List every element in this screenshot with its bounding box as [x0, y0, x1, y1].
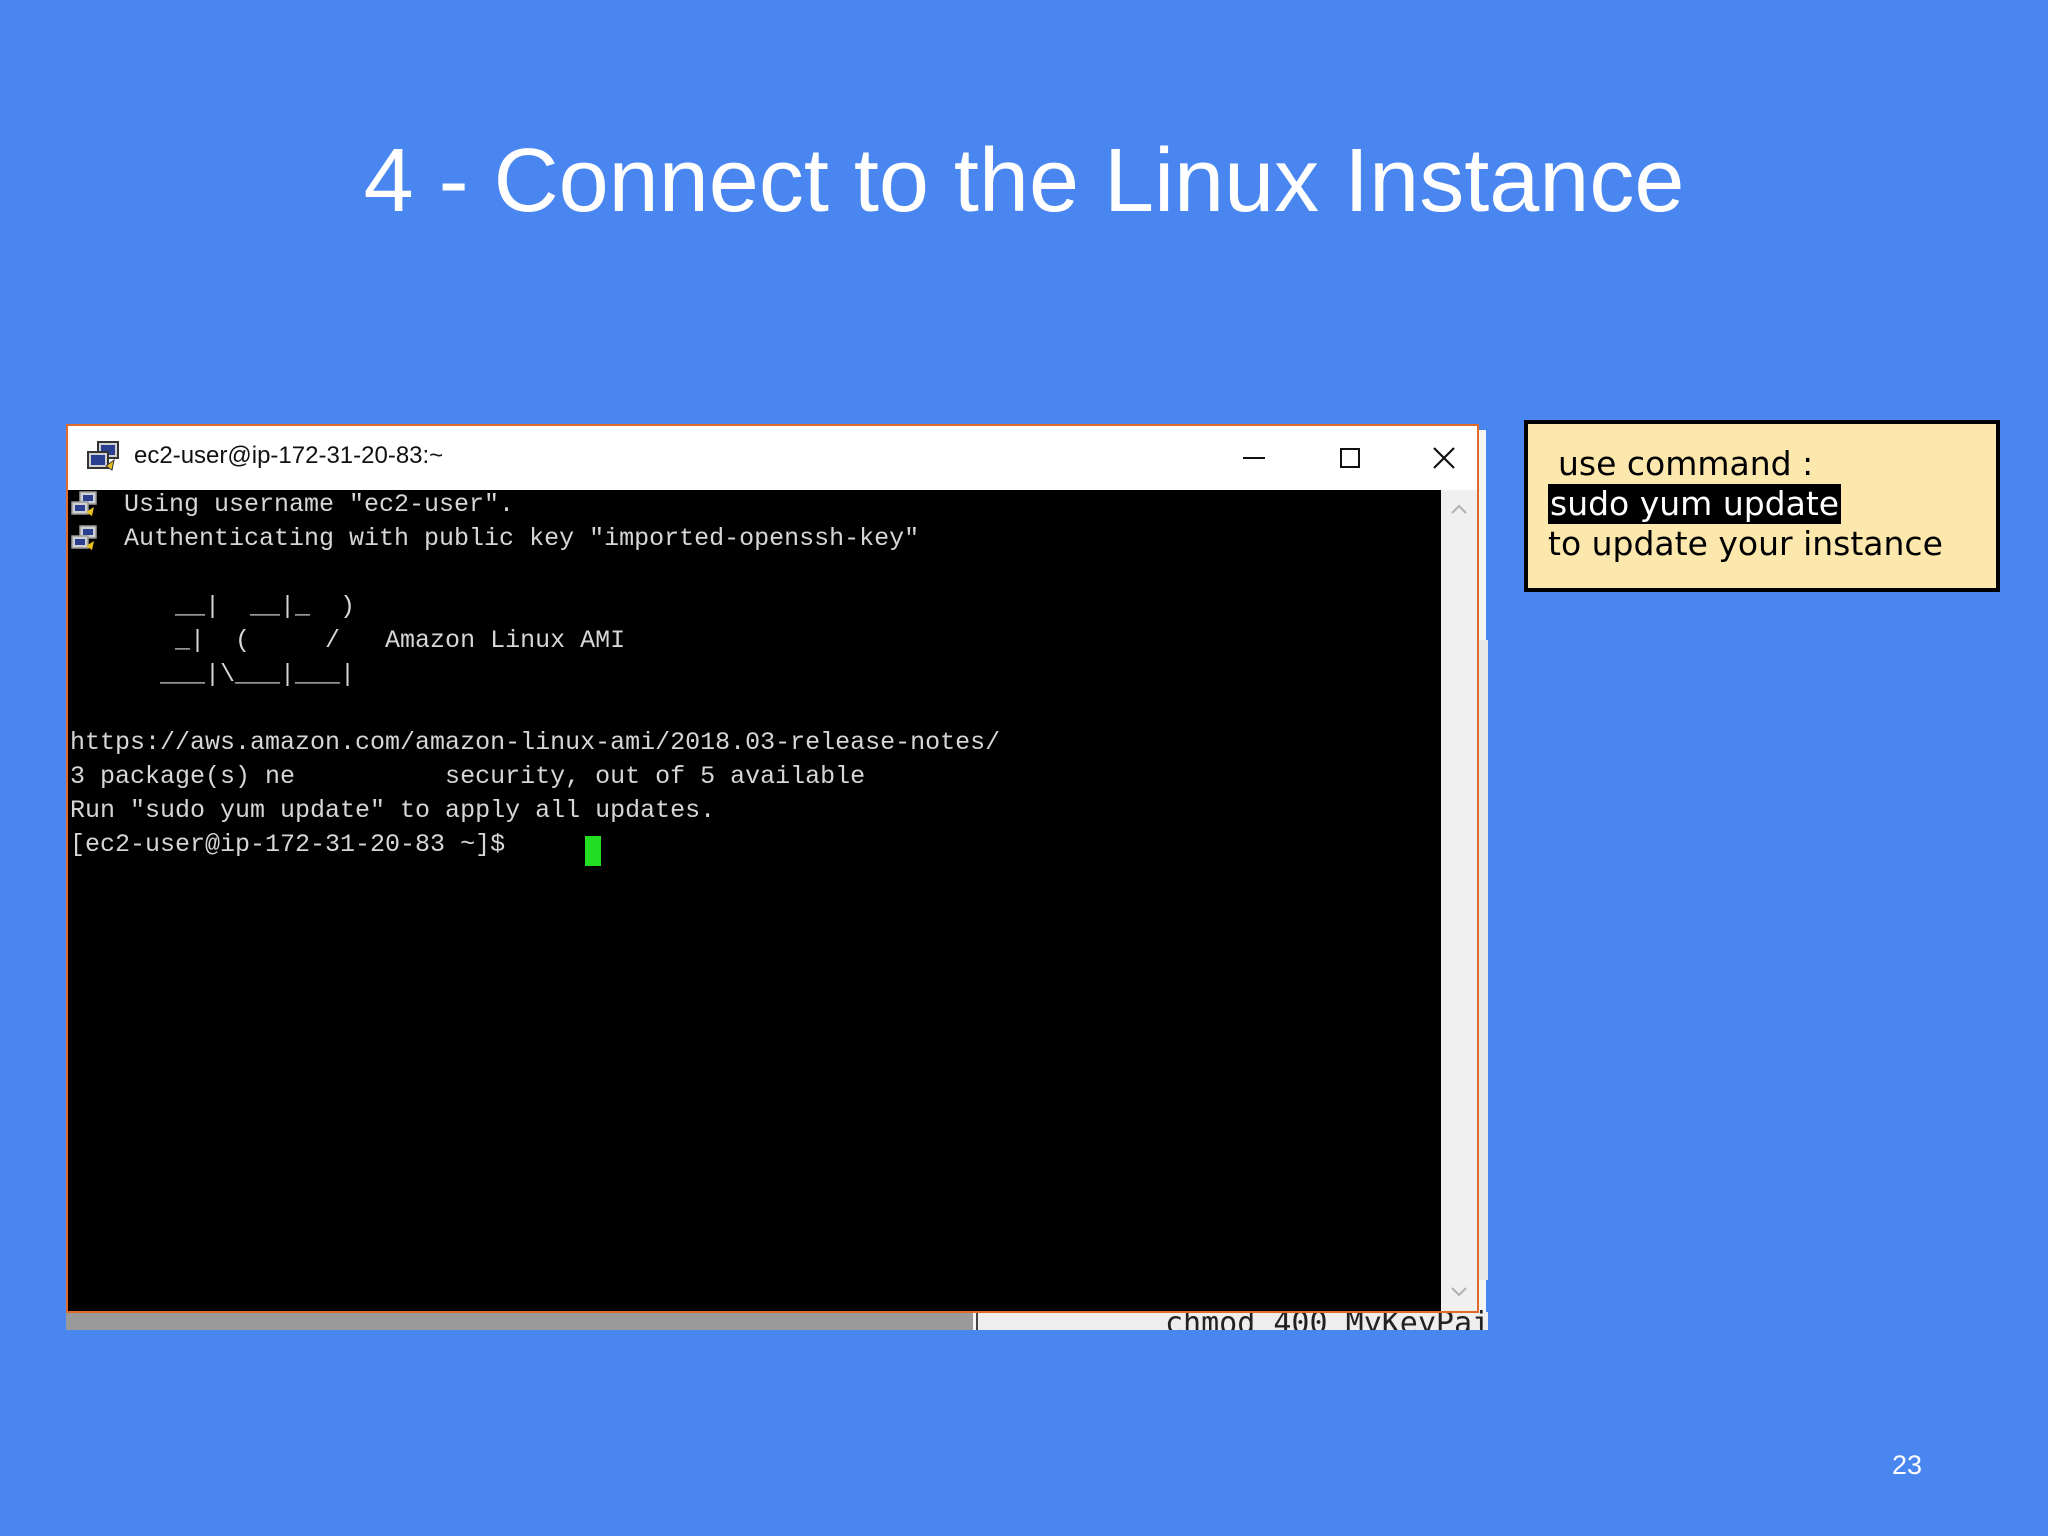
chevron-up-icon	[1451, 504, 1467, 514]
shell-prompt: [ec2-user@ip-172-31-20-83 ~]$	[70, 830, 521, 859]
callout-line: to update your instance	[1548, 524, 1943, 563]
terminal-window[interactable]: ec2-user@ip-172-31-20-83:~ Using usernam…	[66, 424, 1479, 1313]
terminal-line: 3 package(s) ne security, out of 5 avail…	[70, 762, 866, 791]
chevron-down-icon	[1451, 1287, 1467, 1297]
callout-command: sudo yum update	[1548, 484, 1842, 524]
instruction-callout: use command : sudo yum update to update …	[1524, 420, 2000, 592]
terminal-line: Authenticating with public key "imported…	[124, 524, 920, 553]
page-number: 23	[1892, 1450, 1923, 1480]
title-bar[interactable]: ec2-user@ip-172-31-20-83:~	[68, 426, 1477, 490]
maximize-button[interactable]	[1304, 426, 1396, 490]
background-window-statusbar	[66, 1312, 973, 1330]
ascii-logo-line: ___|\___|___|	[70, 660, 356, 689]
ascii-logo-line: _| ( / Amazon Linux AMI	[70, 626, 626, 655]
scroll-down-button[interactable]	[1441, 1277, 1477, 1307]
ascii-logo-line: __| __|_ )	[70, 592, 356, 621]
release-notes-url: https://aws.amazon.com/amazon-linux-ami/…	[70, 728, 1001, 757]
session-info-icon	[70, 490, 104, 520]
slide-title: 4 - Connect to the Linux Instance	[363, 131, 1685, 231]
callout-line: use command :	[1558, 444, 1814, 483]
maximize-icon	[1340, 448, 1360, 468]
minimize-icon	[1243, 457, 1265, 459]
putty-icon[interactable]	[86, 440, 122, 474]
close-icon	[1433, 447, 1455, 469]
terminal-line: Using username "ec2-user".	[124, 490, 515, 519]
session-info-icon	[70, 524, 104, 554]
close-button[interactable]	[1398, 426, 1490, 490]
terminal-line: Run "sudo yum update" to apply all updat…	[70, 796, 716, 825]
window-title: ec2-user@ip-172-31-20-83:~	[134, 442, 444, 469]
terminal-output[interactable]: Using username "ec2-user". Authenticatin…	[68, 490, 1441, 1311]
vertical-scrollbar[interactable]	[1441, 490, 1477, 1311]
scroll-up-button[interactable]	[1441, 494, 1477, 524]
minimize-button[interactable]	[1208, 426, 1300, 490]
terminal-cursor	[585, 836, 601, 866]
